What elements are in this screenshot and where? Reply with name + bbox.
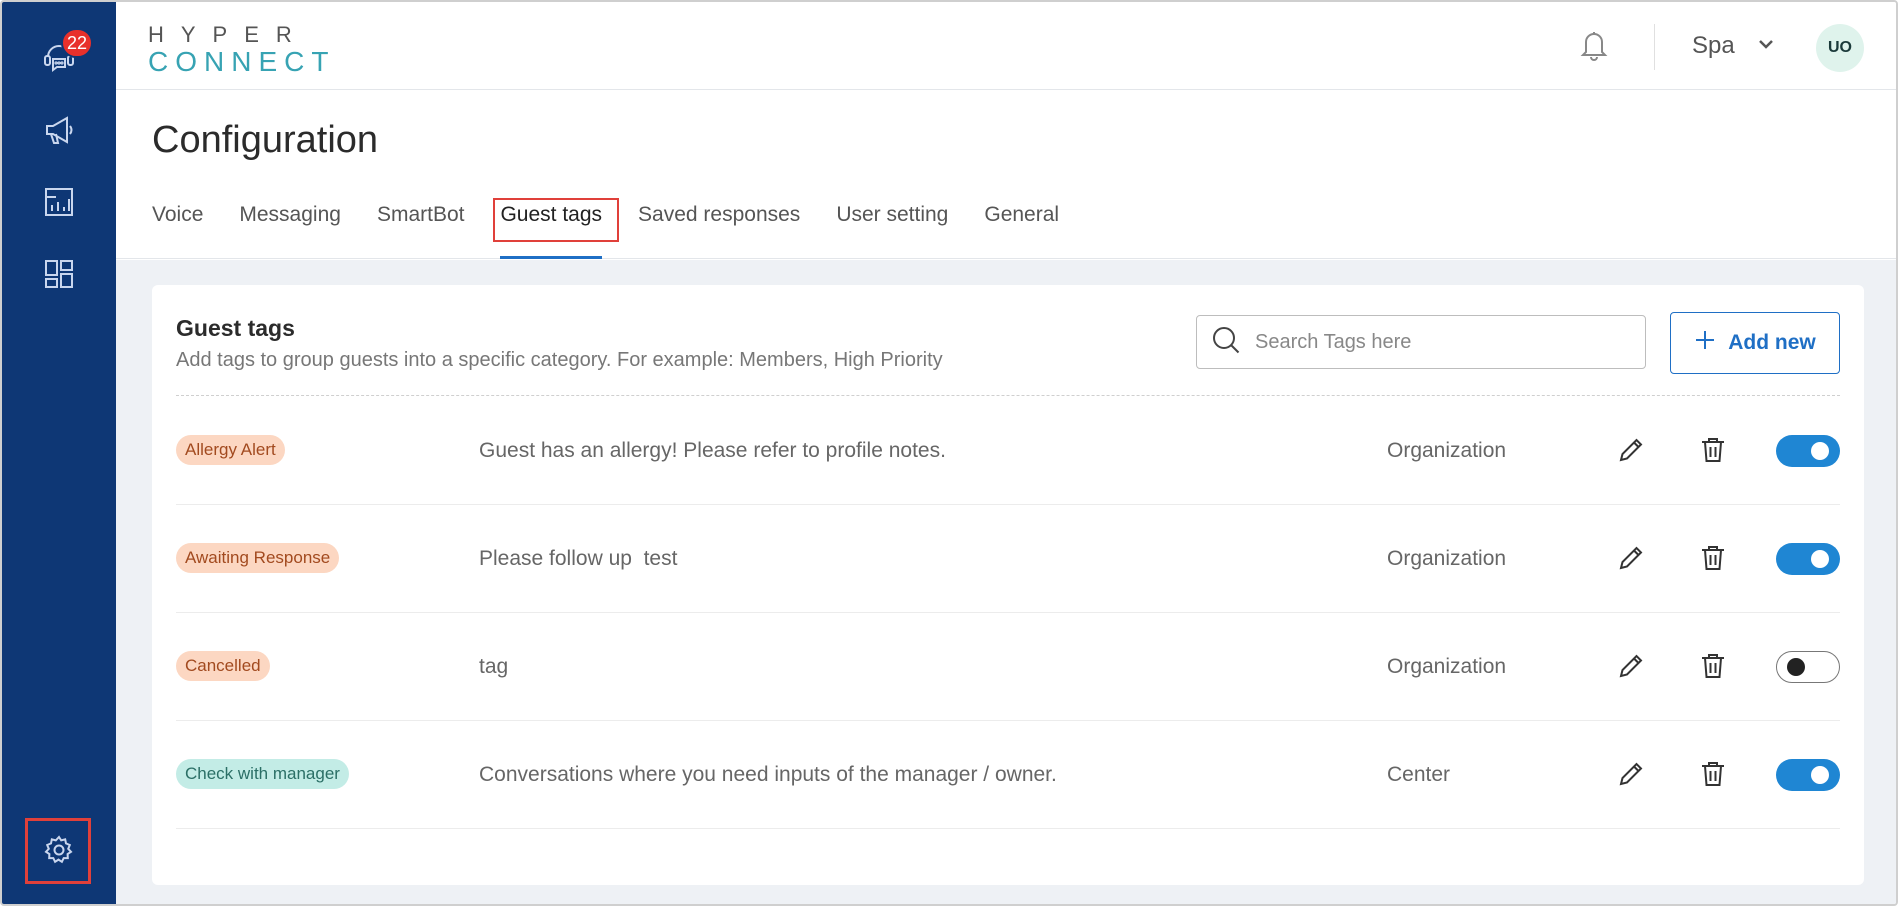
sidebar-item-campaigns[interactable] — [27, 100, 91, 164]
logo-text-top: HYPER — [148, 22, 309, 47]
tag-description: tag — [479, 655, 509, 678]
toggle-knob — [1787, 658, 1805, 676]
tags-list: Allergy Alert Guest has an allergy! Plea… — [176, 397, 1840, 829]
delete-tag-button[interactable] — [1698, 435, 1728, 470]
dashboard-icon — [42, 257, 76, 296]
main-content: Guest tags Add tags to group guests into… — [116, 260, 1896, 904]
pencil-icon — [1616, 654, 1646, 685]
add-new-label: Add new — [1728, 331, 1816, 354]
tag-description: Please follow up test — [479, 547, 678, 570]
property-dropdown-toggle[interactable] — [1756, 34, 1776, 59]
tag-scope: Center — [1387, 763, 1451, 786]
pencil-icon — [1616, 438, 1646, 469]
tag-chip: Awaiting Response — [176, 543, 340, 573]
toggle-knob — [1811, 442, 1829, 460]
tag-row: Awaiting Response Please follow up test … — [176, 505, 1840, 613]
tab-general[interactable]: General — [984, 201, 1059, 259]
megaphone-icon — [41, 112, 77, 153]
page-header: Configuration Voice Messaging SmartBot G… — [116, 91, 1896, 259]
logo-text-bottom: CONNECT — [148, 46, 336, 77]
tab-saved-responses[interactable]: Saved responses — [638, 201, 800, 259]
settings-highlight — [25, 818, 91, 884]
notification-count-badge: 22 — [61, 28, 93, 58]
sidebar-item-reports[interactable] — [27, 172, 91, 236]
tag-enabled-toggle[interactable] — [1776, 651, 1840, 683]
tag-enabled-toggle[interactable] — [1776, 435, 1840, 467]
add-new-button[interactable]: Add new — [1670, 312, 1840, 374]
delete-tag-button[interactable] — [1698, 651, 1728, 686]
tag-description: Guest has an allergy! Please refer to pr… — [479, 439, 946, 462]
tab-user-setting[interactable]: User setting — [836, 201, 948, 259]
property-selector-label[interactable]: Spa — [1692, 32, 1735, 60]
tag-scope: Organization — [1387, 547, 1507, 570]
search-icon — [1197, 325, 1241, 360]
edit-tag-button[interactable] — [1616, 543, 1646, 578]
tab-smartbot[interactable]: SmartBot — [377, 201, 465, 259]
tab-messaging[interactable]: Messaging — [239, 201, 341, 259]
report-icon — [42, 185, 76, 224]
pencil-icon — [1616, 762, 1646, 793]
tag-search-box — [1196, 315, 1646, 369]
edit-tag-button[interactable] — [1616, 435, 1646, 470]
bell-icon — [1578, 32, 1610, 66]
top-header: HYPER CONNECT Spa UO — [116, 2, 1896, 90]
user-avatar[interactable]: UO — [1816, 24, 1864, 72]
chevron-down-icon — [1756, 40, 1776, 58]
tag-enabled-toggle[interactable] — [1776, 759, 1840, 791]
app-window: 22 HYPER CONNECT Spa UO Configuration Vo… — [0, 0, 1898, 906]
tag-chip: Cancelled — [176, 651, 270, 681]
toggle-knob — [1811, 766, 1829, 784]
sidebar: 22 — [2, 2, 116, 904]
notifications-button[interactable] — [1578, 28, 1610, 67]
tag-scope: Organization — [1387, 655, 1507, 678]
tab-voice[interactable]: Voice — [152, 201, 203, 259]
edit-tag-button[interactable] — [1616, 759, 1646, 794]
guest-tags-card: Guest tags Add tags to group guests into… — [152, 285, 1864, 885]
sidebar-item-dashboard[interactable] — [27, 244, 91, 308]
pencil-icon — [1616, 546, 1646, 577]
tag-row: Cancelled tag Organization — [176, 613, 1840, 721]
search-input[interactable] — [1255, 330, 1635, 354]
section-description: Add tags to group guests into a specific… — [176, 349, 943, 371]
tag-row: Check with manager Conversations where y… — [176, 721, 1840, 829]
tag-enabled-toggle[interactable] — [1776, 543, 1840, 575]
trash-icon — [1698, 546, 1728, 577]
tag-description: Conversations where you need inputs of t… — [479, 763, 1057, 786]
trash-icon — [1698, 654, 1728, 685]
config-tabs: Voice Messaging SmartBot Guest tags Save… — [152, 201, 1095, 259]
tag-scope: Organization — [1387, 439, 1507, 462]
header-divider — [1654, 24, 1655, 70]
tag-chip: Check with manager — [176, 759, 349, 789]
tag-row: Allergy Alert Guest has an allergy! Plea… — [176, 397, 1840, 505]
trash-icon — [1698, 438, 1728, 469]
page-title: Configuration — [152, 119, 379, 161]
tab-guest-tags[interactable]: Guest tags — [500, 201, 602, 259]
section-divider — [176, 395, 1840, 396]
edit-tag-button[interactable] — [1616, 651, 1646, 686]
toggle-knob — [1811, 550, 1829, 568]
delete-tag-button[interactable] — [1698, 759, 1728, 794]
tag-chip: Allergy Alert — [176, 435, 285, 465]
plus-icon — [1694, 329, 1716, 357]
delete-tag-button[interactable] — [1698, 543, 1728, 578]
trash-icon — [1698, 762, 1728, 793]
section-title: Guest tags — [176, 315, 295, 341]
